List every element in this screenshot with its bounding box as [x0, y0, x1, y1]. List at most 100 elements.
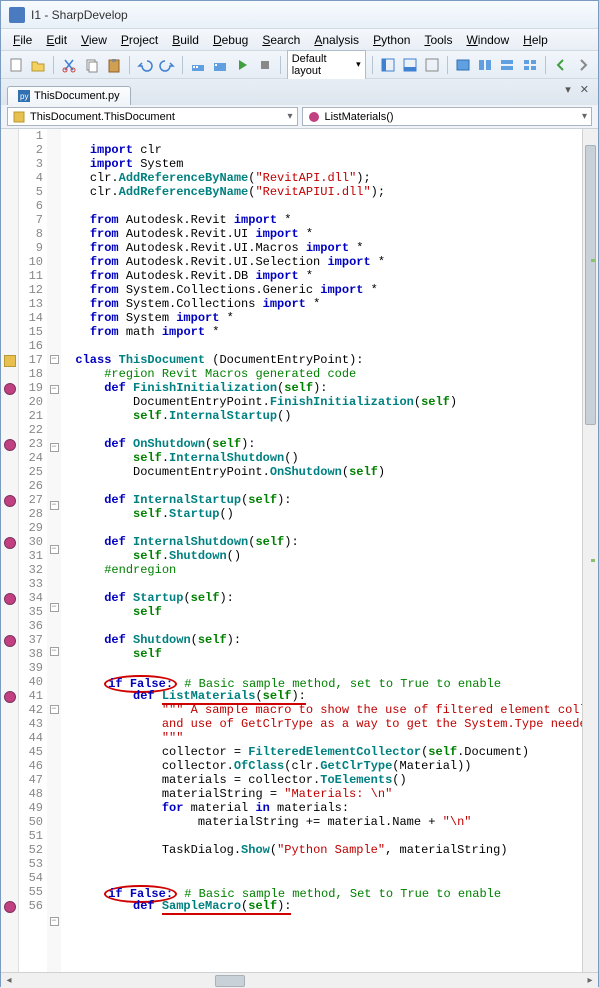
window-button-2[interactable] — [476, 55, 494, 75]
menu-help[interactable]: Help — [517, 31, 554, 49]
menu-analysis[interactable]: Analysis — [308, 31, 365, 49]
scrollbar-thumb[interactable] — [585, 145, 596, 425]
build-all-button[interactable] — [211, 55, 229, 75]
run-button[interactable] — [233, 55, 251, 75]
fold-toggle[interactable]: − — [50, 647, 59, 656]
code-line[interactable] — [61, 829, 582, 843]
code-line[interactable] — [61, 577, 582, 591]
layout-dropdown[interactable]: Default layout▾ — [287, 50, 366, 80]
fold-toggle[interactable]: − — [50, 545, 59, 554]
window-button-1[interactable] — [454, 55, 472, 75]
fold-toggle[interactable]: − — [50, 603, 59, 612]
code-line[interactable]: def Startup(self): — [61, 591, 582, 605]
fold-toggle[interactable]: − — [50, 917, 59, 926]
menu-project[interactable]: Project — [115, 31, 164, 49]
code-line[interactable]: self.InternalShutdown() — [61, 451, 582, 465]
panel-button-2[interactable] — [401, 55, 419, 75]
code-line[interactable]: and use of GetClrType as a way to get th… — [61, 717, 582, 731]
code-line[interactable] — [61, 339, 582, 353]
code-line[interactable]: materialString += material.Name + "\n" — [61, 815, 582, 829]
code-line[interactable]: from System.Collections import * — [61, 297, 582, 311]
code-line[interactable]: self — [61, 647, 582, 661]
code-line[interactable] — [61, 521, 582, 535]
fold-toggle[interactable]: − — [50, 501, 59, 510]
tab-dropdown-button[interactable]: ▾ — [562, 83, 574, 96]
code-line[interactable] — [61, 871, 582, 885]
code-line[interactable]: def InternalShutdown(self): — [61, 535, 582, 549]
code-line[interactable]: from Autodesk.Revit.UI.Macros import * — [61, 241, 582, 255]
cut-button[interactable] — [60, 55, 78, 75]
undo-button[interactable] — [136, 55, 154, 75]
code-line[interactable]: clr.AddReferenceByName("RevitAPIUI.dll")… — [61, 185, 582, 199]
menu-debug[interactable]: Debug — [207, 31, 254, 49]
menu-file[interactable]: File — [7, 31, 38, 49]
code-line[interactable]: def ListMaterials(self): — [61, 689, 582, 703]
code-line[interactable]: from System import * — [61, 311, 582, 325]
code-line[interactable]: collector.OfClass(clr.GetClrType(Materia… — [61, 759, 582, 773]
code-line[interactable]: DocumentEntryPoint.FinishInitialization(… — [61, 395, 582, 409]
vertical-scrollbar[interactable] — [582, 129, 598, 972]
code-line[interactable]: from Autodesk.Revit.DB import * — [61, 269, 582, 283]
code-line[interactable]: """ — [61, 731, 582, 745]
code-line[interactable]: TaskDialog.Show("Python Sample", materia… — [61, 843, 582, 857]
new-file-button[interactable] — [7, 55, 25, 75]
code-editor[interactable]: import clr import System clr.AddReferenc… — [61, 129, 582, 972]
code-line[interactable]: def Shutdown(self): — [61, 633, 582, 647]
code-line[interactable]: if False: # Basic sample method, Set to … — [61, 885, 582, 899]
code-line[interactable]: import clr — [61, 143, 582, 157]
class-dropdown[interactable]: ThisDocument.ThisDocument — [7, 107, 298, 126]
paste-button[interactable] — [105, 55, 123, 75]
horizontal-scrollbar[interactable]: ◂ ▸ — [1, 972, 598, 988]
code-line[interactable]: def FinishInitialization(self): — [61, 381, 582, 395]
scrollbar-thumb[interactable] — [215, 975, 245, 987]
scroll-right-button[interactable]: ▸ — [582, 975, 598, 986]
code-line[interactable] — [61, 423, 582, 437]
code-line[interactable]: """ A sample macro to show the use of fi… — [61, 703, 582, 717]
code-line[interactable]: clr.AddReferenceByName("RevitAPI.dll"); — [61, 171, 582, 185]
tab-close-button[interactable]: ✕ — [577, 83, 592, 96]
menu-python[interactable]: Python — [367, 31, 416, 49]
code-line[interactable]: from Autodesk.Revit import * — [61, 213, 582, 227]
code-line[interactable] — [61, 199, 582, 213]
fold-toggle[interactable]: − — [50, 705, 59, 714]
code-line[interactable]: self — [61, 605, 582, 619]
panel-button-3[interactable] — [423, 55, 441, 75]
code-line[interactable] — [61, 479, 582, 493]
open-button[interactable] — [29, 55, 47, 75]
window-button-3[interactable] — [498, 55, 516, 75]
code-line[interactable]: import System — [61, 157, 582, 171]
code-line[interactable]: if False: # Basic sample method, set to … — [61, 675, 582, 689]
code-line[interactable]: self.Startup() — [61, 507, 582, 521]
menu-window[interactable]: Window — [460, 31, 515, 49]
window-button-4[interactable] — [521, 55, 539, 75]
code-line[interactable] — [61, 661, 582, 675]
tab-thisdocument[interactable]: py ThisDocument.py — [7, 86, 131, 105]
code-line[interactable]: for material in materials: — [61, 801, 582, 815]
code-line[interactable] — [61, 857, 582, 871]
panel-button-1[interactable] — [379, 55, 397, 75]
code-line[interactable]: materialString = "Materials: \n" — [61, 787, 582, 801]
code-line[interactable] — [61, 619, 582, 633]
code-line[interactable]: #region Revit Macros generated code — [61, 367, 582, 381]
code-line[interactable]: from math import * — [61, 325, 582, 339]
code-line[interactable]: def OnShutdown(self): — [61, 437, 582, 451]
build-button[interactable] — [189, 55, 207, 75]
code-line[interactable]: materials = collector.ToElements() — [61, 773, 582, 787]
code-line[interactable] — [61, 129, 582, 143]
code-line[interactable]: from System.Collections.Generic import * — [61, 283, 582, 297]
menu-search[interactable]: Search — [256, 31, 306, 49]
code-line[interactable]: def InternalStartup(self): — [61, 493, 582, 507]
fold-toggle[interactable]: − — [50, 355, 59, 364]
code-line[interactable]: collector = FilteredElementCollector(sel… — [61, 745, 582, 759]
scrollbar-track[interactable] — [17, 975, 582, 987]
copy-button[interactable] — [82, 55, 100, 75]
code-line[interactable]: class ThisDocument (DocumentEntryPoint): — [61, 353, 582, 367]
menu-edit[interactable]: Edit — [40, 31, 73, 49]
scroll-left-button[interactable]: ◂ — [1, 975, 17, 986]
code-line[interactable]: self.Shutdown() — [61, 549, 582, 563]
code-line[interactable]: from Autodesk.Revit.UI import * — [61, 227, 582, 241]
code-line[interactable]: def SampleMacro(self): — [61, 899, 582, 913]
member-dropdown[interactable]: ListMaterials() — [302, 107, 593, 126]
fold-toggle[interactable]: − — [50, 443, 59, 452]
nav-forward-button[interactable] — [574, 55, 592, 75]
